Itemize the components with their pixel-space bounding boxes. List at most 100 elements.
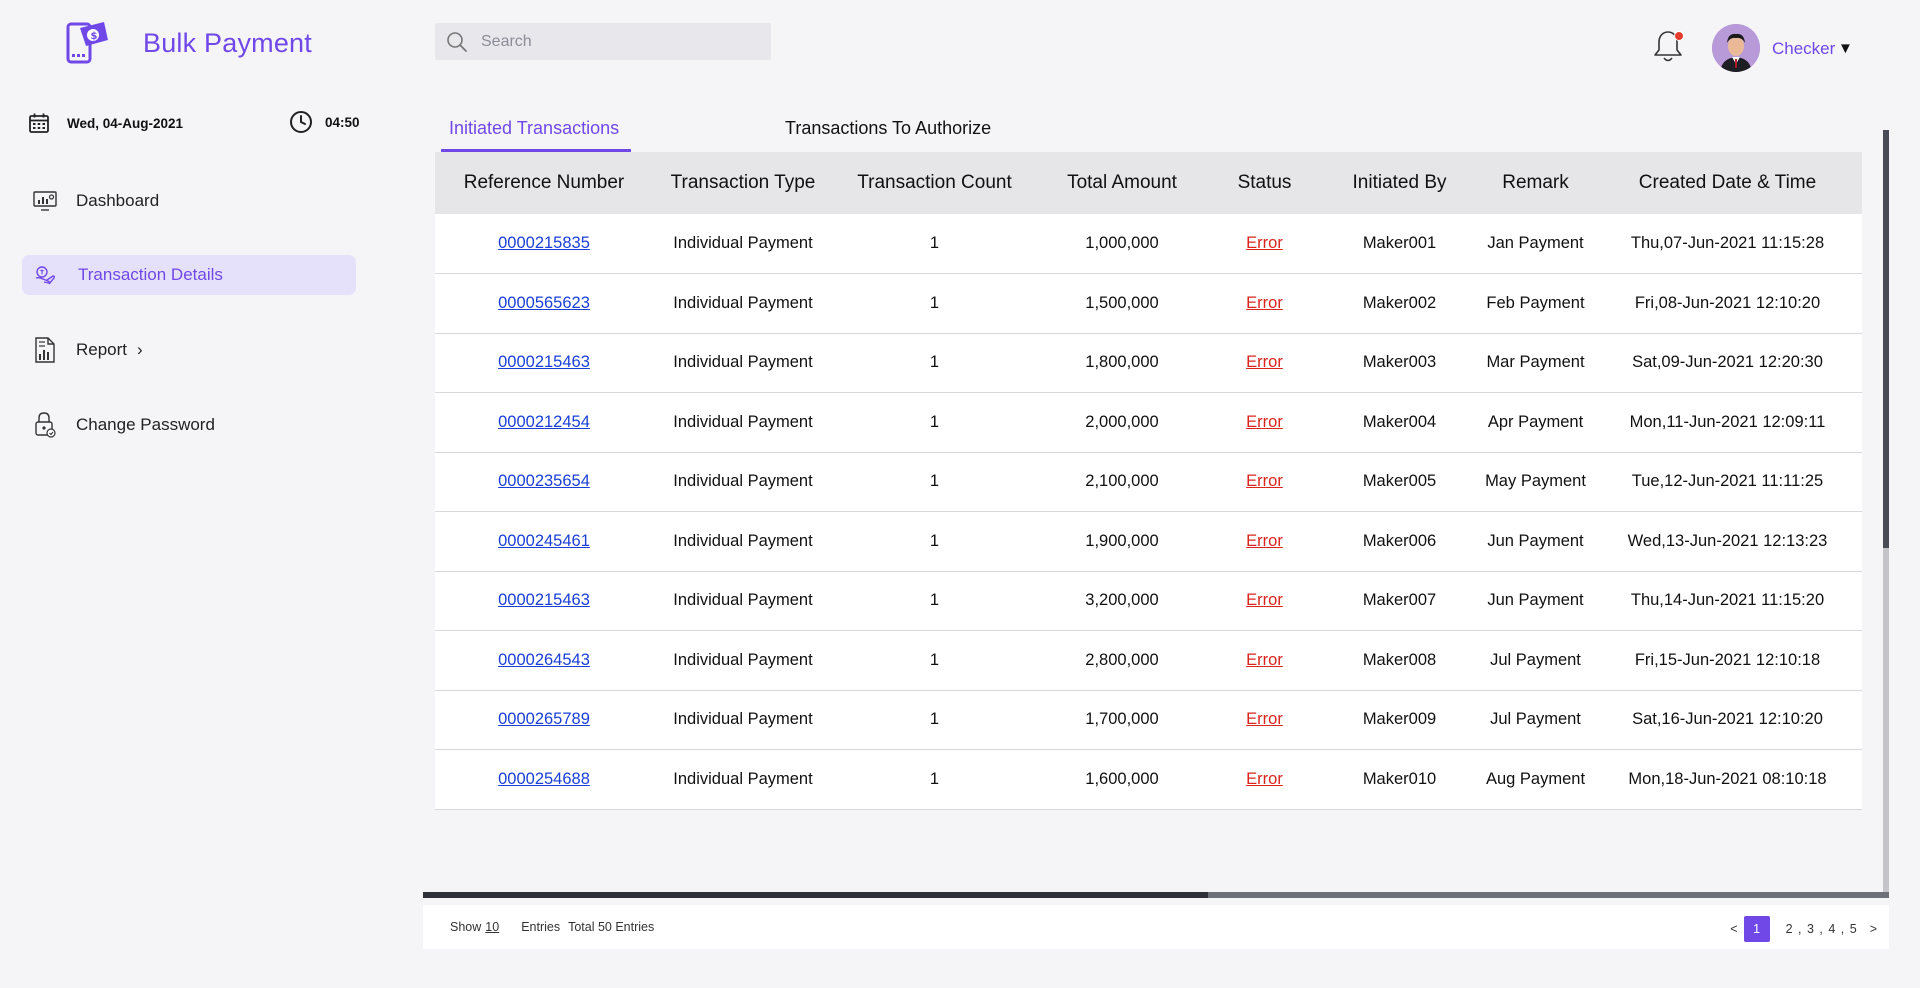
cell-remark: Feb Payment [1486, 293, 1585, 312]
prev-page-button[interactable]: < [1730, 922, 1737, 936]
column-header-reference-number[interactable]: Reference Number [435, 152, 653, 214]
cell-created-date-time: Mon,18-Jun-2021 08:10:18 [1628, 769, 1827, 788]
sidebar-item-dashboard[interactable]: Dashboard [22, 181, 356, 221]
table-row: 0000265789 Individual Payment 1 1,700,000 Er… [435, 690, 1862, 750]
column-header-transaction-count[interactable]: Transaction Count [833, 152, 1036, 214]
vertical-scrollbar-thumb[interactable] [1883, 130, 1889, 548]
tab-initiated-transactions[interactable]: Initiated Transactions [449, 118, 619, 139]
page-links[interactable]: 2 , 3 , 4 , 5 [1786, 922, 1858, 936]
cell-created-date-time: Mon,11-Jun-2021 12:09:11 [1629, 412, 1826, 431]
reference-number-link[interactable]: 0000215835 [498, 234, 590, 252]
reference-number-link[interactable]: 0000245461 [498, 532, 590, 550]
search-box[interactable] [435, 23, 771, 60]
next-page-button[interactable]: > [1870, 922, 1877, 936]
cell-total-amount: 1,900,000 [1085, 531, 1159, 550]
current-page-button[interactable]: 1 [1743, 916, 1770, 942]
reference-number-link[interactable]: 0000215463 [498, 353, 590, 371]
column-header-initiated-by[interactable]: Initiated By [1321, 152, 1478, 214]
sidebar-item-report[interactable]: Report › [22, 330, 356, 370]
cell-total-amount: 2,000,000 [1085, 412, 1159, 431]
column-header-status[interactable]: Status [1208, 152, 1321, 214]
table-row: 0000215463 Individual Payment 1 3,200,000 Er… [435, 571, 1862, 631]
status-badge[interactable]: Error [1208, 393, 1321, 453]
table-row: 0000254688 Individual Payment 1 1,600,000 Er… [435, 749, 1862, 810]
table-row: 0000245461 Individual Payment 1 1,900,000 Er… [435, 511, 1862, 572]
column-header-transaction-type[interactable]: Transaction Type [653, 152, 833, 214]
entries-info: Show 10 Entries Total 50 Entries [450, 920, 654, 934]
pagination: < 1 2 , 3 , 4 , 5 > [1730, 916, 1877, 942]
cell-created-date-time: Wed,13-Jun-2021 12:13:23 [1627, 531, 1828, 550]
dashboard-icon [32, 188, 58, 214]
cell-initiated-by: Maker007 [1362, 591, 1437, 610]
cell-remark: Jun Payment [1487, 591, 1584, 610]
cell-initiated-by: Maker005 [1362, 472, 1437, 491]
table-row: 0000215463 Individual Payment 1 1,800,000 Er… [435, 333, 1862, 393]
cell-remark: May Payment [1485, 472, 1586, 491]
cell-transaction-count: 1 [929, 591, 940, 610]
cell-remark: Jul Payment [1490, 710, 1581, 729]
avatar[interactable] [1712, 24, 1760, 72]
reference-number-link[interactable]: 0000565623 [498, 294, 590, 312]
sidebar-item-change-password[interactable]: Change Password [22, 405, 356, 445]
tab-transactions-to-authorize[interactable]: Transactions To Authorize [785, 118, 991, 139]
table-row: 0000264543 Individual Payment 1 2,800,000 Er… [435, 630, 1862, 691]
cell-reference-number: 0000265789 [435, 690, 653, 750]
reference-number-link[interactable]: 0000235654 [498, 472, 590, 490]
status-badge[interactable]: Error [1208, 512, 1321, 572]
status-badge[interactable]: Error [1208, 631, 1321, 691]
cell-transaction-count: 1 [929, 353, 940, 372]
cell-reference-number: 0000235654 [435, 452, 653, 512]
cell-transaction-count: 1 [929, 412, 940, 431]
status-badge[interactable]: Error [1208, 750, 1321, 810]
cell-transaction-type: Individual Payment [673, 472, 813, 491]
status-badge[interactable]: Error [1208, 571, 1321, 631]
search-icon [447, 31, 467, 52]
cell-reference-number: 0000215835 [435, 214, 653, 274]
column-header-remark[interactable]: Remark [1478, 152, 1593, 214]
status-badge[interactable]: Error [1208, 274, 1321, 334]
status-badge[interactable]: Error [1208, 214, 1321, 274]
user-name[interactable]: Checker [1772, 39, 1835, 59]
cell-transaction-type: Individual Payment [673, 591, 813, 610]
table-row: 0000235654 Individual Payment 1 2,100,000 Er… [435, 452, 1862, 512]
sidebar-item-label: Transaction Details [78, 265, 223, 284]
cell-total-amount: 2,800,000 [1085, 650, 1159, 669]
table-row: 0000565623 Individual Payment 1 1,500,000 Er… [435, 273, 1862, 334]
cell-transaction-type: Individual Payment [673, 412, 813, 431]
status-badge[interactable]: Error [1208, 452, 1321, 512]
sidebar-item-transaction-details[interactable]: Transaction Details [22, 255, 356, 295]
cell-reference-number: 0000565623 [435, 274, 653, 334]
search-input[interactable] [481, 32, 761, 51]
user-menu-caret-icon[interactable]: ▼ [1838, 40, 1853, 57]
status-badge[interactable]: Error [1208, 333, 1321, 393]
column-header-total-amount[interactable]: Total Amount [1036, 152, 1208, 214]
reference-number-link[interactable]: 0000212454 [498, 413, 590, 431]
horizontal-scrollbar-thumb[interactable] [423, 892, 1208, 898]
cell-transaction-type: Individual Payment [673, 710, 813, 729]
cell-transaction-count: 1 [929, 769, 940, 788]
cell-initiated-by: Maker006 [1362, 531, 1437, 550]
sidebar-item-label: Dashboard [76, 191, 160, 210]
cell-transaction-count: 1 [929, 472, 940, 491]
sidebar-item-label: Change Password [76, 415, 215, 434]
cell-created-date-time: Sat,09-Jun-2021 12:20:30 [1632, 353, 1823, 372]
table-footer: Show 10 Entries Total 50 Entries < 1 2 ,… [423, 905, 1889, 949]
calendar-icon [29, 113, 49, 133]
cell-reference-number: 0000254688 [435, 750, 653, 810]
reference-number-link[interactable]: 0000265789 [498, 710, 590, 728]
column-header-created-date-time[interactable]: Created Date & Time [1593, 152, 1862, 214]
reference-number-link[interactable]: 0000264543 [498, 651, 590, 669]
cell-reference-number: 0000212454 [435, 393, 653, 453]
current-date: Wed, 04-Aug-2021 [67, 115, 184, 131]
cell-created-date-time: Sat,16-Jun-2021 12:10:20 [1632, 710, 1823, 729]
table-row: 0000215835 Individual Payment 1 1,000,000 Er… [435, 214, 1862, 274]
cell-total-amount: 1,000,000 [1085, 234, 1159, 252]
time-display: 04:50 [289, 110, 360, 134]
lock-icon [32, 412, 58, 438]
reference-number-link[interactable]: 0000254688 [498, 770, 590, 788]
status-badge[interactable]: Error [1208, 690, 1321, 750]
page-size-select[interactable]: 10 [485, 920, 499, 934]
reference-number-link[interactable]: 0000215463 [498, 591, 590, 609]
report-icon [32, 337, 58, 363]
cell-reference-number: 0000245461 [435, 512, 653, 572]
